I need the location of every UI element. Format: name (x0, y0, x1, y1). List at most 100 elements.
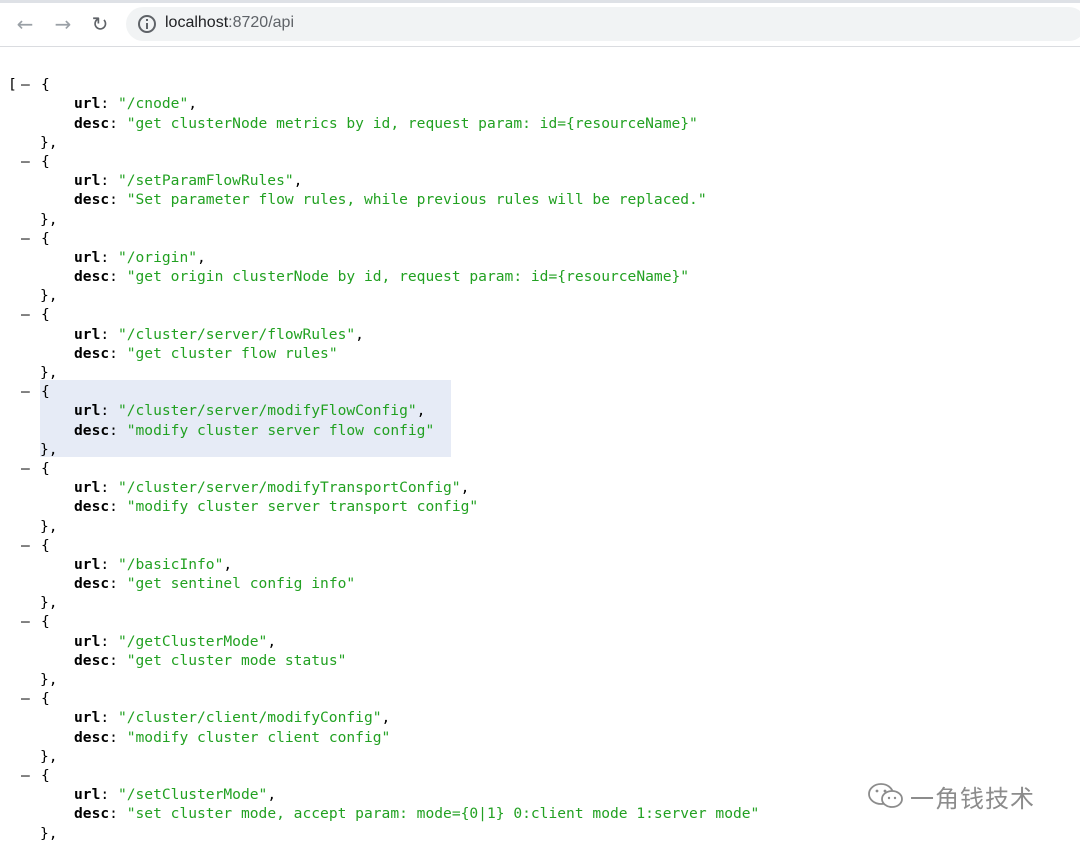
url-field: url: "/cluster/server/modifyFlowConfig", (0, 401, 1080, 420)
desc-key: desc (74, 575, 110, 593)
collapse-toggle[interactable]: – (21, 305, 35, 324)
collapse-toggle[interactable]: – (21, 536, 35, 555)
desc-field: desc: "get origin clusterNode by id, req… (0, 267, 1080, 286)
desc-field-content: desc: "modify cluster server transport c… (74, 498, 479, 516)
desc-value: "get sentinel config info" (126, 575, 356, 593)
close-brace: }, (40, 747, 58, 765)
url-text[interactable]: localhost:8720/api (165, 14, 294, 32)
close-brace: }, (40, 824, 58, 842)
browser-toolbar: ← → ↻ localhost:8720/api (0, 0, 1080, 47)
url-field: url: "/cluster/client/modifyConfig", (0, 708, 1080, 727)
url-field-content: url: "/cluster/server/modifyFlowConfig", (74, 402, 426, 420)
json-object-open: –{ (0, 152, 1080, 171)
desc-field-content: desc: "get origin clusterNode by id, req… (74, 268, 690, 286)
desc-key: desc (74, 728, 110, 746)
url-value: "/origin" (117, 248, 198, 266)
desc-field: desc: "get cluster mode status" (0, 651, 1080, 670)
desc-field-content: desc: "get sentinel config info" (74, 575, 356, 593)
collapse-toggle[interactable]: – (21, 152, 35, 171)
desc-field: desc: "modify cluster server flow config… (0, 421, 1080, 440)
url-value: "/cluster/server/modifyFlowConfig" (117, 402, 417, 420)
desc-key: desc (74, 191, 110, 209)
watermark: 一角钱技术 (866, 776, 1035, 816)
close-brace: }, (40, 133, 58, 151)
url-field: url: "/cluster/server/flowRules", (0, 325, 1080, 344)
desc-field: desc: "modify cluster client config" (0, 728, 1080, 747)
collapse-toggle[interactable]: – (21, 75, 35, 94)
open-brace: { (41, 76, 50, 94)
reload-button[interactable]: ↻ (86, 10, 114, 38)
collapse-toggle[interactable]: – (21, 766, 35, 785)
forward-button[interactable]: → (49, 10, 77, 38)
json-viewer: [ –{url: "/cnode", desc: "get clusterNode… (0, 56, 1080, 843)
url-value: "/setParamFlowRules" (117, 172, 294, 190)
collapse-toggle[interactable]: – (21, 689, 35, 708)
json-object-close: }, (0, 517, 1080, 536)
url-field-content: url: "/origin", (74, 248, 206, 266)
url-field: url: "/origin", (0, 248, 1080, 267)
json-object-open: –{ (0, 229, 1080, 248)
url-key: url (74, 555, 101, 573)
url-field: url: "/setParamFlowRules", (0, 171, 1080, 190)
open-brace: { (41, 152, 50, 170)
url-field-content: url: "/cluster/client/modifyConfig", (74, 709, 391, 727)
collapse-toggle[interactable]: – (21, 612, 35, 631)
url-host: localhost (165, 14, 229, 31)
desc-key: desc (74, 268, 110, 286)
desc-field-content: desc: "get cluster flow rules" (74, 344, 338, 362)
close-brace: }, (40, 287, 58, 305)
open-brace: { (41, 536, 50, 554)
desc-field-content: desc: "modify cluster server flow config… (74, 421, 435, 439)
desc-field-content: desc: "get cluster mode status" (74, 651, 347, 669)
json-object-close: }, (0, 670, 1080, 689)
json-object-close: }, (0, 286, 1080, 305)
json-object-close: }, (0, 747, 1080, 766)
collapse-toggle[interactable]: – (21, 382, 35, 401)
url-field: url: "/getClusterMode", (0, 632, 1080, 651)
desc-key: desc (74, 421, 110, 439)
desc-key: desc (74, 344, 110, 362)
address-bar[interactable]: localhost:8720/api (126, 7, 1080, 41)
tab-strip-edge (0, 0, 1080, 3)
collapse-toggle[interactable]: – (21, 229, 35, 248)
desc-key: desc (74, 498, 110, 516)
open-brace: { (41, 690, 50, 708)
json-object-open: –{ (0, 459, 1080, 478)
url-path: :8720/api (228, 14, 294, 31)
close-brace: }, (40, 517, 58, 535)
info-icon[interactable] (138, 15, 156, 33)
desc-value: "Set parameter flow rules, while previou… (126, 191, 707, 209)
url-field-content: url: "/cluster/server/flowRules", (74, 325, 364, 343)
desc-field: desc: "Set parameter flow rules, while p… (0, 190, 1080, 209)
url-key: url (74, 632, 101, 650)
watermark-text: 一角钱技术 (910, 784, 1035, 813)
close-brace: }, (40, 594, 58, 612)
back-button[interactable]: ← (11, 10, 39, 38)
open-brace: { (41, 383, 50, 401)
url-field-content: url: "/cluster/server/modifyTransportCon… (74, 479, 470, 497)
json-object-close: }, (0, 824, 1080, 843)
desc-field: desc: "modify cluster server transport c… (0, 497, 1080, 516)
json-object-open: –{ (0, 689, 1080, 708)
url-value: "/cluster/server/flowRules" (117, 325, 356, 343)
desc-value: "get clusterNode metrics by id, request … (126, 114, 698, 132)
url-value: "/setClusterMode" (117, 786, 268, 804)
json-object-close: }, (0, 133, 1080, 152)
url-value: "/getClusterMode" (117, 632, 268, 650)
desc-value: "modify cluster client config" (126, 728, 391, 746)
url-value: "/cluster/server/modifyTransportConfig" (117, 479, 461, 497)
url-value: "/cluster/client/modifyConfig" (117, 709, 382, 727)
json-object-open: –{ (0, 305, 1080, 324)
url-key: url (74, 95, 101, 113)
close-brace: }, (40, 210, 58, 228)
json-object-close: }, (0, 593, 1080, 612)
json-object-close: }, (0, 440, 1080, 459)
desc-value: "get cluster mode status" (126, 651, 347, 669)
reload-icon: ↻ (91, 12, 109, 36)
open-brace: { (41, 229, 50, 247)
url-field-content: url: "/basicInfo", (74, 555, 233, 573)
json-root-line: [ (0, 56, 1080, 93)
url-key: url (74, 172, 101, 190)
url-key: url (74, 402, 101, 420)
collapse-toggle[interactable]: – (21, 459, 35, 478)
